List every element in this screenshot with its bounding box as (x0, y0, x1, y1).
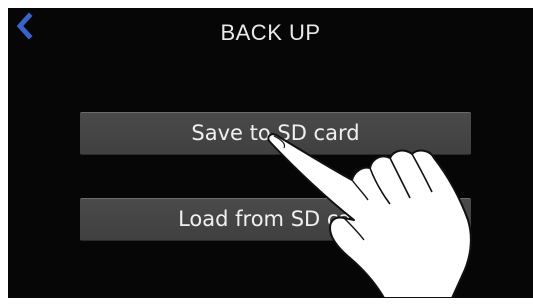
device-screen: BACK UP Save to SD card Load from SD car… (8, 8, 533, 298)
page-title: BACK UP (220, 20, 321, 45)
load-from-sd-card-button[interactable]: Load from SD card (80, 198, 471, 241)
save-to-sd-card-button[interactable]: Save to SD card (80, 112, 471, 155)
